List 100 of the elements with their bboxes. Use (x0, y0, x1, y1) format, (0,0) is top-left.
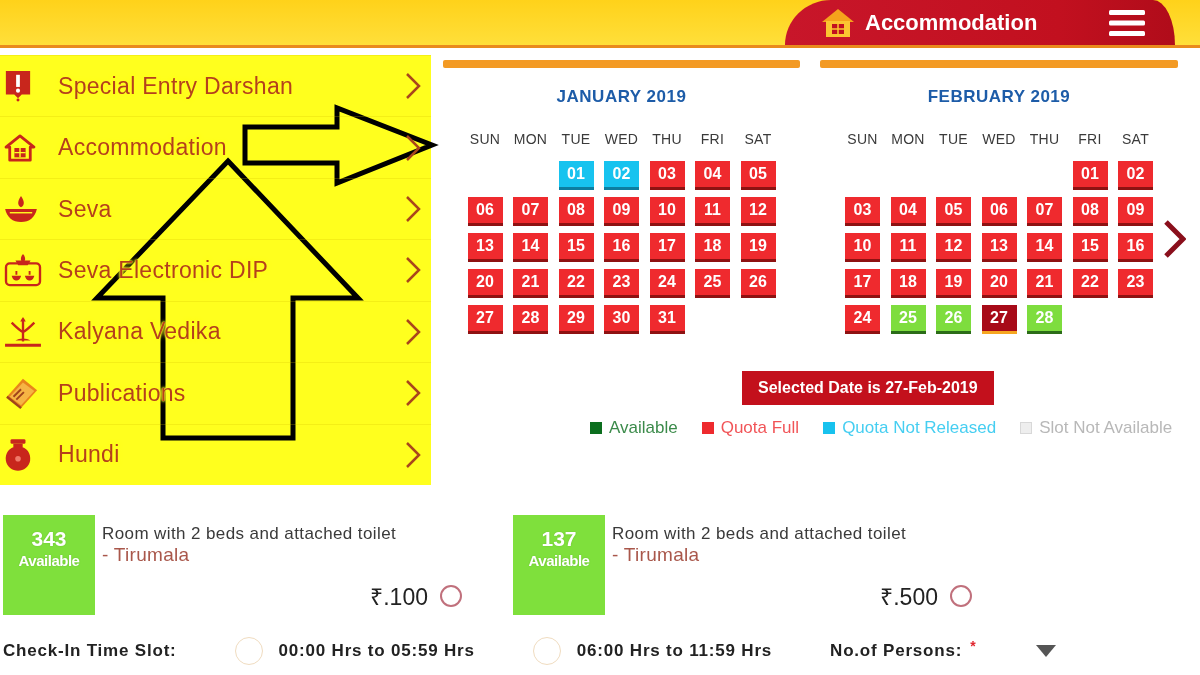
calendar-day[interactable]: 12 (936, 233, 971, 262)
weekday-label: SAT (1121, 130, 1150, 148)
room-price: ₹.100 (370, 583, 428, 612)
required-mark: * (970, 638, 977, 654)
weekday-label: SUN (469, 130, 501, 148)
calendar-day[interactable]: 11 (890, 233, 926, 262)
calendar-day[interactable]: 29 (558, 305, 594, 334)
chevron-right-icon[interactable] (1164, 220, 1186, 258)
calendar-day[interactable]: 14 (1027, 233, 1062, 262)
room-description: Room with 2 beds and attached toilet (612, 524, 907, 543)
available-count: 343 (31, 527, 67, 551)
calendar-day[interactable]: 19 (936, 269, 971, 298)
calendar-day[interactable]: 02 (1118, 161, 1153, 190)
weekday-label: TUE (939, 130, 968, 148)
calendar-day[interactable]: 08 (1072, 197, 1108, 226)
calendar-day[interactable]: 13 (981, 233, 1017, 262)
weekday-label: FRI (1078, 130, 1102, 148)
calendar-day[interactable]: 16 (604, 233, 639, 262)
calendar-day[interactable]: 19 (740, 233, 776, 262)
room-price: ₹.500 (880, 583, 938, 612)
persons-label: No.of Persons: (830, 641, 963, 661)
chevron-right-icon (405, 440, 421, 469)
book-icon (4, 376, 40, 411)
calendar-day[interactable]: 25 (695, 269, 730, 298)
calendar-day[interactable]: 16 (1118, 233, 1153, 262)
weekday-label: MON (891, 130, 925, 148)
calendar-day[interactable]: 24 (845, 305, 880, 334)
chevron-right-icon (405, 317, 421, 346)
chevron-right-icon (405, 133, 421, 162)
chevron-right-icon (405, 256, 421, 285)
weekday-label: MON (513, 130, 548, 148)
calendar-day[interactable]: 04 (890, 197, 926, 226)
calendar-day[interactable]: 07 (513, 197, 548, 226)
lamp-box-icon (4, 253, 42, 288)
calendar-day[interactable]: 01 (1072, 161, 1108, 190)
legend-label: Quota Not Released (842, 418, 997, 438)
calendar-day[interactable]: 26 (740, 269, 776, 298)
room-location: - Tirumala (102, 543, 190, 566)
calendar-day[interactable]: 12 (740, 197, 776, 226)
sidebar-item[interactable]: Special Entry Darshan (0, 55, 431, 117)
calendar-day[interactable]: 11 (695, 197, 730, 226)
calendar-day[interactable]: 06 (467, 197, 503, 226)
calendar-day[interactable]: 10 (649, 197, 685, 226)
month-title: JANUARY 2019 (556, 88, 687, 106)
sidebar-item[interactable]: Hundi (0, 423, 431, 485)
legend-label: Available (609, 418, 678, 438)
oil-lamp-icon (4, 195, 38, 224)
calendar-day[interactable]: 17 (649, 233, 685, 262)
calendar-day[interactable]: 24 (649, 269, 685, 298)
radio-button[interactable] (440, 585, 462, 607)
calendar-day[interactable]: 15 (558, 233, 594, 262)
calendar-day[interactable]: 23 (1118, 269, 1153, 298)
room-location: - Tirumala (612, 543, 700, 566)
available-count: 137 (541, 527, 577, 551)
calendar-day[interactable]: 04 (695, 161, 730, 190)
calendar-day[interactable]: 03 (845, 197, 880, 226)
calendar-day[interactable]: 28 (513, 305, 548, 334)
sidebar-item[interactable]: Seva (0, 177, 431, 240)
chevron-right-icon (405, 379, 421, 408)
calendar-day[interactable]: 21 (513, 269, 548, 298)
calendar-day[interactable]: 18 (695, 233, 730, 262)
radio-button[interactable] (950, 585, 972, 607)
weekday-label: FRI (700, 130, 725, 148)
calendar-day[interactable]: 07 (1027, 197, 1062, 226)
calendar-day[interactable]: 20 (467, 269, 503, 298)
calendar-day[interactable]: 14 (513, 233, 548, 262)
selected-date-banner: Selected Date is 27-Feb-2019 (742, 371, 994, 405)
calendar-day[interactable]: 09 (604, 197, 639, 226)
weekday-label: WED (982, 130, 1016, 148)
calendar-day[interactable]: 05 (740, 161, 776, 190)
weekday-label: SAT (744, 130, 772, 148)
calendar-day[interactable]: 30 (604, 305, 639, 334)
calendar-day[interactable]: 03 (649, 161, 685, 190)
calendar-day[interactable]: 27 (981, 305, 1017, 334)
calendar-day[interactable]: 18 (890, 269, 926, 298)
calendar-day[interactable]: 27 (467, 305, 503, 334)
calendar-day[interactable]: 09 (1118, 197, 1153, 226)
calendar-day[interactable]: 10 (845, 233, 880, 262)
weekday-label: TUE (561, 130, 591, 148)
calendar-day[interactable]: 22 (1072, 269, 1108, 298)
calendar-day[interactable]: 15 (1072, 233, 1108, 262)
calendar-day[interactable]: 31 (649, 305, 685, 334)
time-slot-label: 00:00 Hrs to 05:59 Hrs (278, 641, 475, 661)
weekday-label: THU (1029, 130, 1060, 148)
calendar-day[interactable]: 20 (981, 269, 1017, 298)
calendar-day[interactable]: 23 (604, 269, 639, 298)
room-description: Room with 2 beds and attached toilet (102, 524, 397, 543)
legend-label: Slot Not Available (1039, 418, 1173, 438)
time-slot-label: 06:00 Hrs to 11:59 Hrs (576, 641, 773, 661)
calendar-day[interactable]: 22 (558, 269, 594, 298)
page-title: Accommodation (865, 9, 1038, 36)
calendar-day[interactable]: 17 (845, 269, 880, 298)
calendar-day[interactable]: 06 (981, 197, 1017, 226)
menu-icon[interactable] (1109, 7, 1145, 38)
calendar-day[interactable]: 08 (558, 197, 594, 226)
calendar-day[interactable]: 21 (1027, 269, 1062, 298)
calendar-day[interactable]: 13 (467, 233, 503, 262)
calendar-day[interactable]: 05 (936, 197, 971, 226)
sidebar-item[interactable]: Accommodation (0, 116, 431, 178)
check-in-label: Check-In Time Slot: (3, 641, 177, 661)
